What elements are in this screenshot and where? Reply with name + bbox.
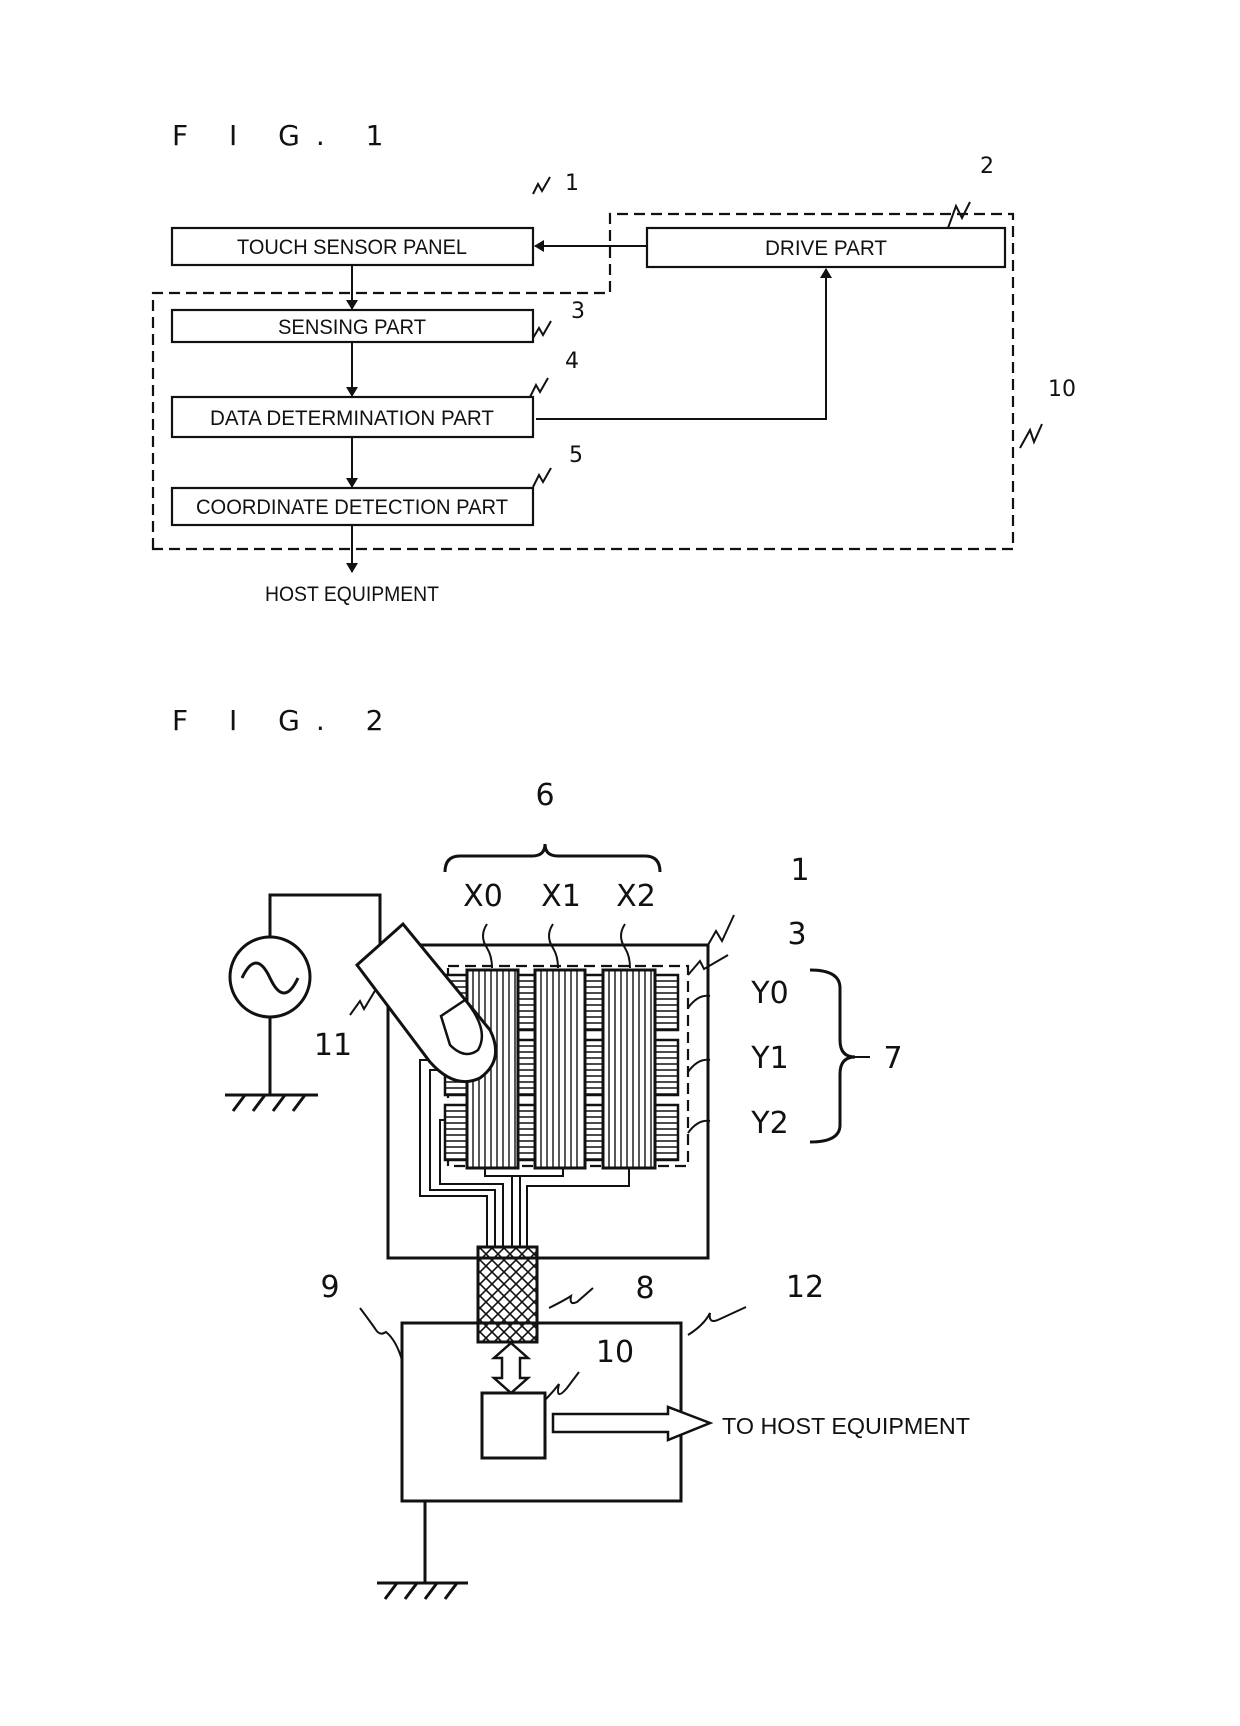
ref-2: 2 [980,154,994,179]
brace-y-electrodes-icon [809,968,856,1144]
y-electrode-segment [583,973,605,1032]
touch-sensor-panel-label: TOUCH SENSOR PANEL [237,236,467,259]
x2-label: X2 [616,879,656,914]
ref-11: 11 [314,1028,352,1063]
sensing-part-block: SENSING PART [170,308,535,344]
circuit-board [400,1321,683,1503]
touch-sensor-panel-block: TOUCH SENSOR PANEL [170,226,535,267]
output-arrow-icon [551,1405,714,1442]
ref-10: 10 [1048,377,1076,402]
to-host-equipment-label: TO HOST EQUIPMENT [722,1413,970,1439]
ref-leader-icon [532,176,551,195]
ref-9: 9 [320,1270,339,1305]
ref-5: 5 [569,443,583,468]
ref-6: 6 [535,778,554,813]
y1-label: Y1 [750,1041,788,1076]
y-electrode-segment [653,973,680,1032]
ground-icon [225,1093,318,1112]
y-electrode-segment [583,1103,605,1162]
ref-7: 7 [883,1041,902,1076]
fig1-title: F I G. 1 [172,119,399,152]
y-electrode-segment [443,1103,469,1162]
ref-3: 3 [571,299,585,324]
coordinate-detection-part-block: COORDINATE DETECTION PART [170,486,535,527]
ref-leader-icon [1019,423,1043,449]
ref-3-region: 3 [787,917,806,952]
source-wire [268,893,382,945]
y-electrode-segment [516,973,537,1032]
x0-label: X0 [463,879,503,914]
controller-ic [480,1391,547,1460]
y-electrode-segment [653,1103,680,1162]
ref-leader-icon [548,1287,594,1309]
x1-label: X1 [541,879,581,914]
data-determination-part-label: DATA DETERMINATION PART [210,407,494,430]
bidirectional-arrow-icon [490,1341,532,1395]
brace-x-electrodes-icon [443,843,662,873]
patent-drawing: F I G. 1 TOUCH SENSOR PANEL 1 DRIVE PART… [151,119,1076,1600]
drive-part-label: DRIVE PART [765,237,887,260]
ref-12: 12 [786,1270,824,1305]
x-electrode-x1 [533,968,587,1170]
ac-source [225,893,382,1112]
figure-1: F I G. 1 TOUCH SENSOR PANEL 1 DRIVE PART… [151,119,1076,606]
ref-1: 1 [565,171,579,196]
ref-10-controller: 10 [596,1335,634,1370]
x-electrode-x2 [601,968,657,1170]
ref-leader-icon [529,377,549,398]
ref-4: 4 [565,349,579,374]
ref-leader-icon [532,467,552,488]
coordinate-detection-part-label: COORDINATE DETECTION PART [196,496,508,519]
flexible-connector [476,1245,539,1344]
ref-leader-icon [349,988,377,1016]
y2-label: Y2 [750,1106,788,1141]
data-determination-part-block: DATA DETERMINATION PART [170,395,535,439]
y-electrode-segment [516,1038,537,1097]
sine-wave-icon [240,961,300,995]
ref-1-panel: 1 [790,853,809,888]
y0-label: Y0 [750,976,788,1011]
figure-2: F I G. 2 6 X0 X1 X2 1 3 11 Y0 Y1 Y2 7 9 … [172,704,970,1600]
ref-leader-icon [532,320,552,339]
y-electrode-segment [516,1103,537,1162]
ref-leader-icon [544,1371,580,1401]
fig2-title: F I G. 2 [172,704,399,737]
host-equipment-label: HOST EQUIPMENT [265,583,439,606]
ref-8: 8 [635,1271,654,1306]
y-electrode-segment [583,1038,605,1097]
sensing-part-label: SENSING PART [278,316,426,339]
ground-icon [377,1581,468,1600]
y-electrode-segment [653,1038,680,1097]
ref-leader-icon [687,1306,747,1336]
drive-part-block: DRIVE PART [645,226,1007,269]
ref-leader-icon [359,1307,403,1361]
x-electrodes [465,968,657,1170]
arrow-data-to-drive [536,268,832,420]
ref-leader-icon [707,914,735,946]
